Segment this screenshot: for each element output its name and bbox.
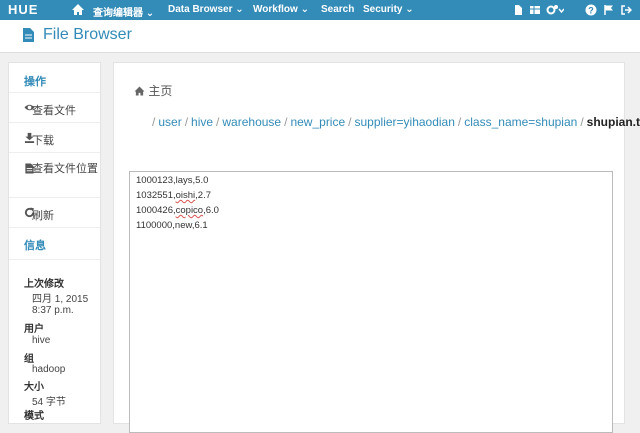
modified-date: 四月 1, 2015 xyxy=(32,294,89,305)
breadcrumb-user[interactable]: user xyxy=(158,115,181,129)
line-id: 1032551, xyxy=(136,190,176,201)
line-id: 1000426, xyxy=(136,205,176,216)
main-panel: 主页 / user / hive / warehouse / new_price / suppli… xyxy=(113,62,640,433)
sidebar-item-view-file-location[interactable]: 查看文件位置 xyxy=(9,152,100,198)
home-icon xyxy=(134,86,145,96)
sidebar-item-view-file[interactable]: 查看文件 xyxy=(9,92,100,123)
menu-search[interactable]: Search xyxy=(321,4,354,15)
refresh-label: 刷新 xyxy=(32,210,54,222)
hue-logo[interactable]: HUE xyxy=(8,2,38,17)
size-label: 大小 xyxy=(24,382,44,393)
info-header: 信息 xyxy=(24,240,46,252)
app-title-bar: File Browser xyxy=(0,20,640,53)
file-line: 1000426,copico,6.0 xyxy=(136,205,219,216)
line-price: ,5.0 xyxy=(192,175,209,186)
flag-icon[interactable] xyxy=(603,4,615,16)
sidebar: 操作 查看文件 下载 查看文件位置 刷新 信息 上次修改 四月 1, 2015 xyxy=(8,62,101,424)
actions-header: 操作 xyxy=(24,76,46,88)
size-value: 54 字节 xyxy=(32,397,66,408)
home-icon[interactable] xyxy=(71,3,85,16)
file-browser-icon xyxy=(23,28,34,42)
line-name: copico xyxy=(175,205,204,216)
sidebar-item-refresh[interactable]: 刷新 xyxy=(9,197,100,228)
svg-text:?: ? xyxy=(588,6,594,16)
cogs-dropdown-icon[interactable] xyxy=(546,4,564,16)
line-price: ,6.0 xyxy=(203,205,219,216)
menu-query-editors[interactable]: 查询编辑器 ⌄ xyxy=(93,4,154,19)
breadcrumb-class-name[interactable]: class_name=shupian xyxy=(464,115,577,129)
menu-security[interactable]: Security ⌄ xyxy=(363,4,414,15)
user-label: 用户 xyxy=(24,324,44,335)
line-name: oishi xyxy=(175,190,196,201)
line-name: new xyxy=(174,220,192,231)
breadcrumb-home-label: 主页 xyxy=(148,84,173,98)
user-value: hive xyxy=(32,335,51,346)
breadcrumb-home[interactable]: 主页 xyxy=(134,82,172,99)
modified-time: 8:37 p.m. xyxy=(32,305,74,316)
line-id: 1100000, xyxy=(136,220,175,231)
table-icon[interactable] xyxy=(529,4,541,16)
view-file-location-label: 查看文件位置 xyxy=(32,163,98,175)
app-title: File Browser xyxy=(43,26,132,43)
group-label: 组 xyxy=(24,354,34,365)
file-icon[interactable] xyxy=(512,4,524,16)
menu-workflow[interactable]: Workflow ⌄ xyxy=(253,4,309,15)
line-price: ,2.7 xyxy=(195,190,212,201)
file-line: 1100000,new,6.1 xyxy=(136,220,208,231)
menu-data-browser[interactable]: Data Browser ⌄ xyxy=(168,4,244,15)
breadcrumb-new-price[interactable]: new_price xyxy=(290,115,345,129)
sidebar-item-download[interactable]: 下载 xyxy=(9,122,100,153)
top-navbar: HUE 查询编辑器 ⌄ Data Browser ⌄ Workflow ⌄ Se… xyxy=(0,0,640,20)
file-line: 1032551,oishi,2.7 xyxy=(136,190,211,201)
breadcrumb-current-file: shupian.txt xyxy=(586,115,640,129)
line-id: 1000123, xyxy=(136,175,176,186)
breadcrumb: / user / hive / warehouse / new_price / supplier=… xyxy=(149,115,640,130)
sidebar-divider xyxy=(9,227,100,229)
line-name: lays xyxy=(175,175,193,186)
download-label: 下载 xyxy=(32,135,54,147)
breadcrumb-hive[interactable]: hive xyxy=(191,115,213,129)
breadcrumb-warehouse[interactable]: warehouse xyxy=(222,115,281,129)
mode-label: 模式 xyxy=(24,411,44,422)
breadcrumb-supplier[interactable]: supplier=yihaodian xyxy=(355,115,455,129)
file-content-viewer[interactable]: 1000123,lays,5.0 1032551,oishi,2.7 10004… xyxy=(129,171,613,433)
modified-label: 上次修改 xyxy=(24,279,64,290)
help-icon[interactable]: ? xyxy=(585,4,597,16)
line-price: ,6.1 xyxy=(191,220,208,231)
view-file-label: 查看文件 xyxy=(32,105,76,117)
file-line: 1000123,lays,5.0 xyxy=(136,175,208,186)
sidebar-divider-info xyxy=(9,259,100,261)
sign-out-icon[interactable] xyxy=(620,4,632,16)
group-value: hadoop xyxy=(32,364,66,375)
